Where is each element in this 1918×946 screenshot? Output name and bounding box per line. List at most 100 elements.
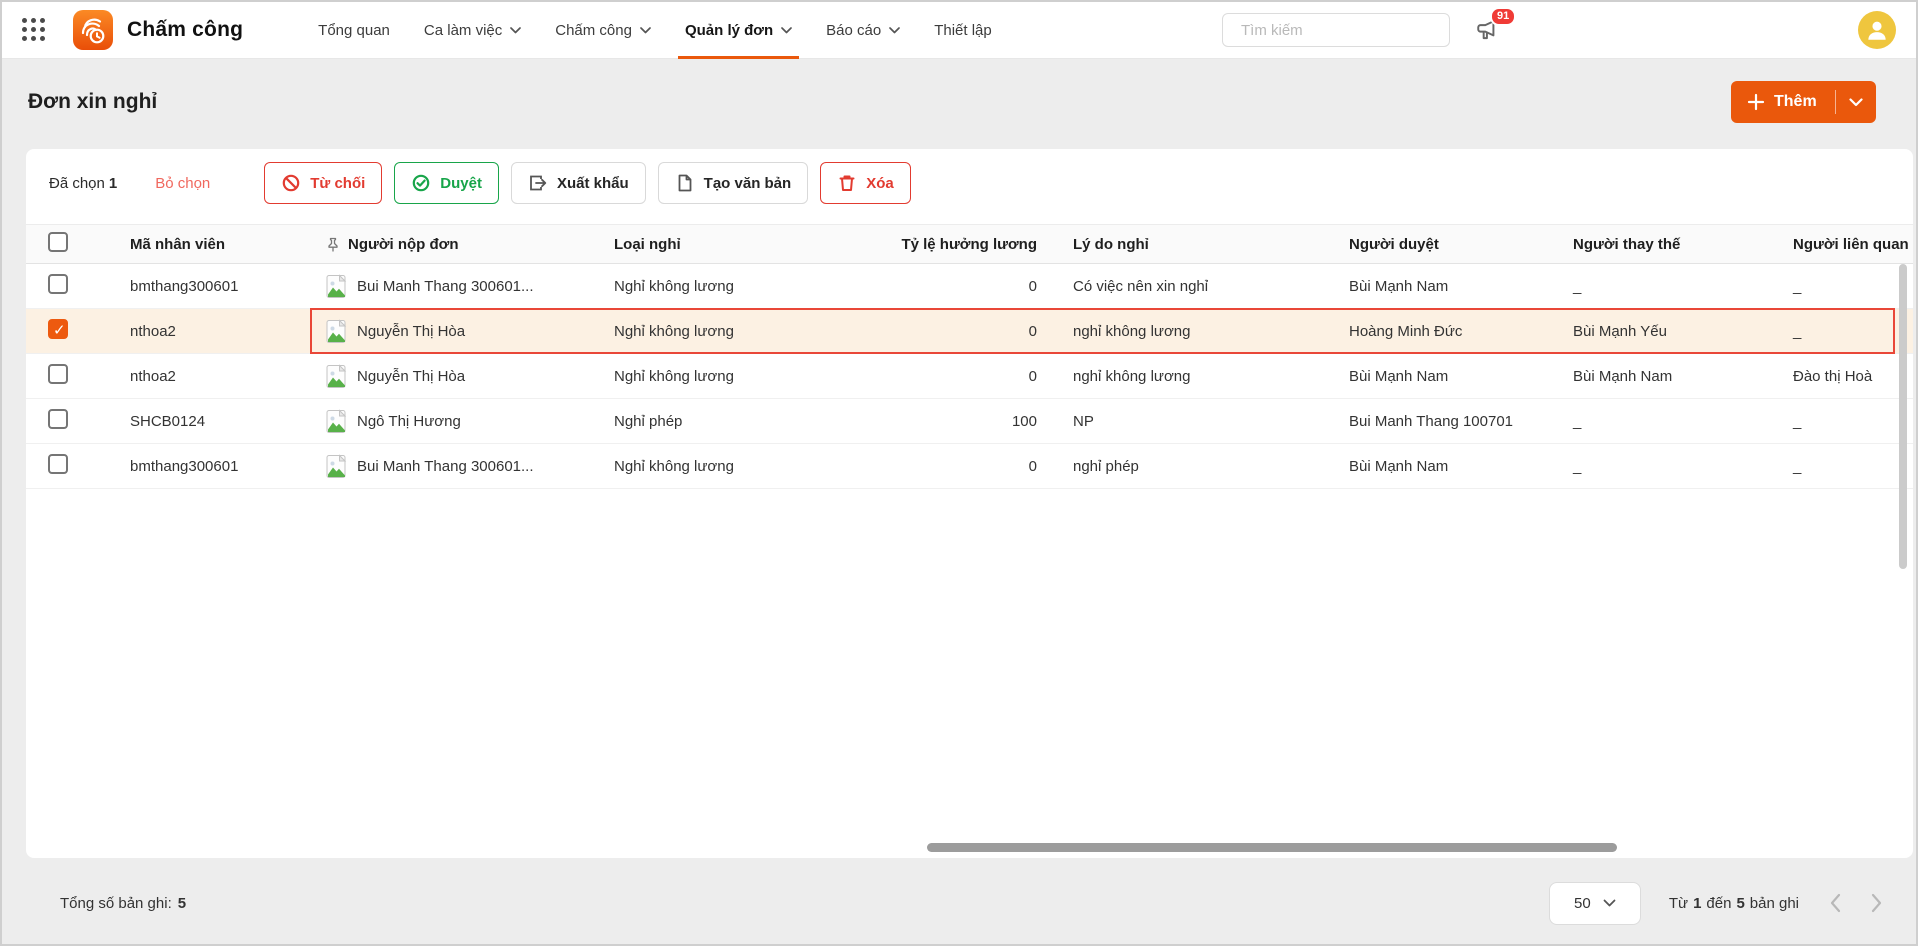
cell-replacement: Bùi Mạnh Nam	[1569, 368, 1789, 385]
table-row[interactable]: SHCB0124 Ngô Thị Hương Nghỉ phép 100 NP …	[26, 399, 1913, 444]
trash-icon	[837, 173, 857, 193]
col-related[interactable]: Người liên quan	[1789, 236, 1913, 253]
prev-page-button[interactable]	[1829, 893, 1841, 913]
cell-submitter: Nguyễn Thị Hòa	[310, 364, 606, 389]
toolbar: Đã chọn1 Bỏ chọn Từ chối Duyệt Xuất khẩu	[26, 162, 1913, 204]
table-row[interactable]: bmthang300601 Bui Manh Thang 300601... N…	[26, 264, 1913, 309]
footer: Tổng số bản ghi:5 50 Từ1đến5bản ghi	[2, 858, 1916, 946]
cell-reason: nghỉ phép	[1049, 458, 1345, 475]
page-title: Đơn xin nghỉ	[28, 90, 157, 114]
cell-submitter: Nguyễn Thị Hòa	[310, 319, 606, 344]
col-reason[interactable]: Lý do nghỉ	[1049, 236, 1345, 253]
cell-related: _	[1789, 278, 1913, 295]
reject-button[interactable]: Từ chối	[264, 162, 382, 204]
chevron-down-icon	[1603, 899, 1616, 907]
notification-button[interactable]: 91	[1470, 12, 1506, 48]
search-box	[1222, 13, 1450, 47]
cell-employee-code: nthoa2	[106, 368, 310, 385]
cell-salary-rate: 0	[859, 323, 1049, 340]
selected-count-label: Đã chọn1	[49, 175, 117, 192]
cell-leave-type: Nghỉ không lương	[606, 323, 859, 340]
clear-selection-button[interactable]: Bỏ chọn	[155, 175, 210, 192]
cell-approver: Bùi Mạnh Nam	[1345, 368, 1569, 385]
chevron-down-icon	[640, 27, 651, 34]
cell-salary-rate: 100	[859, 413, 1049, 430]
chevron-left-icon	[1829, 893, 1841, 913]
cell-replacement: Bùi Mạnh Yếu	[1569, 323, 1789, 340]
apps-grid-icon[interactable]	[22, 18, 47, 43]
plus-icon	[1747, 93, 1765, 111]
col-replacement[interactable]: Người thay thế	[1569, 236, 1789, 253]
cell-related: _	[1789, 458, 1913, 475]
next-page-button[interactable]	[1871, 893, 1883, 913]
col-salary-rate[interactable]: Tỷ lệ hưởng lương	[859, 236, 1049, 253]
col-leave-type[interactable]: Loại nghỉ	[606, 236, 859, 253]
cell-leave-type: Nghỉ phép	[606, 413, 859, 430]
approve-button[interactable]: Duyệt	[394, 162, 499, 204]
table-row[interactable]: nthoa2 Nguyễn Thị Hòa Nghỉ không lương 0…	[26, 309, 1913, 354]
broken-image-icon	[326, 364, 347, 389]
total-records-label: Tổng số bản ghi:5	[60, 895, 186, 912]
cell-related: Đào thị Hoà	[1789, 368, 1913, 385]
table-row[interactable]: nthoa2 Nguyễn Thị Hòa Nghỉ không lương 0…	[26, 354, 1913, 399]
horizontal-scrollbar[interactable]	[927, 843, 1617, 852]
topbar: Chấm công Tổng quan Ca làm việc Chấm côn…	[2, 2, 1916, 59]
cell-related: _	[1789, 323, 1913, 340]
row-checkbox[interactable]	[48, 454, 68, 474]
page-head: Đơn xin nghỉ Thêm	[2, 59, 1916, 149]
nav-item[interactable]: Thiết lập	[917, 2, 1009, 59]
cell-salary-rate: 0	[859, 368, 1049, 385]
cell-approver: Hoàng Minh Đức	[1345, 323, 1569, 340]
chevron-down-icon	[889, 27, 900, 34]
broken-image-icon	[326, 319, 347, 344]
document-icon	[675, 173, 695, 193]
row-checkbox[interactable]	[48, 409, 68, 429]
nav-item[interactable]: Quản lý đơn	[668, 2, 809, 59]
cell-salary-rate: 0	[859, 278, 1049, 295]
table-header: Mã nhân viên Người nộp đơn Loại nghỉ Tỷ …	[26, 224, 1913, 264]
add-button[interactable]: Thêm	[1731, 81, 1876, 123]
export-button[interactable]: Xuất khẩu	[511, 162, 646, 204]
cell-replacement: _	[1569, 278, 1789, 295]
col-approver[interactable]: Người duyệt	[1345, 236, 1569, 253]
cell-reason: nghỉ không lương	[1049, 368, 1345, 385]
user-icon	[1864, 17, 1890, 43]
record-range-label: Từ1đến5bản ghi	[1669, 895, 1799, 912]
add-dropdown-button[interactable]	[1836, 81, 1876, 123]
cell-submitter: Bui Manh Thang 300601...	[310, 454, 606, 479]
nav-item[interactable]: Tổng quan	[301, 2, 407, 59]
row-checkbox[interactable]	[48, 364, 68, 384]
cell-leave-type: Nghỉ không lương	[606, 458, 859, 475]
row-checkbox[interactable]	[48, 319, 68, 339]
cell-approver: Bui Manh Thang 100701	[1345, 413, 1569, 430]
col-employee-code[interactable]: Mã nhân viên	[106, 236, 310, 253]
leave-request-panel: Đã chọn1 Bỏ chọn Từ chối Duyệt Xuất khẩu	[26, 149, 1913, 858]
col-submitter[interactable]: Người nộp đơn	[310, 236, 606, 253]
main-nav: Tổng quan Ca làm việc Chấm công Quản lý …	[301, 2, 1009, 59]
broken-image-icon	[326, 274, 347, 299]
create-document-button[interactable]: Tạo văn bản	[658, 162, 809, 204]
select-all-checkbox[interactable]	[48, 232, 68, 252]
cell-employee-code: bmthang300601	[106, 278, 310, 295]
delete-button[interactable]: Xóa	[820, 162, 911, 204]
nav-item[interactable]: Báo cáo	[809, 2, 917, 59]
page-size-select[interactable]: 50	[1549, 882, 1641, 925]
cell-replacement: _	[1569, 458, 1789, 475]
nav-item[interactable]: Chấm công	[538, 2, 668, 59]
pin-icon	[326, 237, 340, 252]
search-input[interactable]	[1241, 22, 1440, 39]
cell-reason: NP	[1049, 413, 1345, 430]
cell-leave-type: Nghỉ không lương	[606, 368, 859, 385]
user-avatar[interactable]	[1858, 11, 1896, 49]
nav-item[interactable]: Ca làm việc	[407, 2, 538, 59]
vertical-scrollbar[interactable]	[1899, 264, 1907, 569]
cell-employee-code: SHCB0124	[106, 413, 310, 430]
cell-salary-rate: 0	[859, 458, 1049, 475]
table-row[interactable]: bmthang300601 Bui Manh Thang 300601... N…	[26, 444, 1913, 489]
cell-reason: Có việc nên xin nghỉ	[1049, 278, 1345, 295]
row-checkbox[interactable]	[48, 274, 68, 294]
chevron-down-icon	[510, 27, 521, 34]
broken-image-icon	[326, 409, 347, 434]
app-window: Chấm công Tổng quan Ca làm việc Chấm côn…	[0, 0, 1918, 946]
app-logo-icon	[73, 10, 113, 50]
